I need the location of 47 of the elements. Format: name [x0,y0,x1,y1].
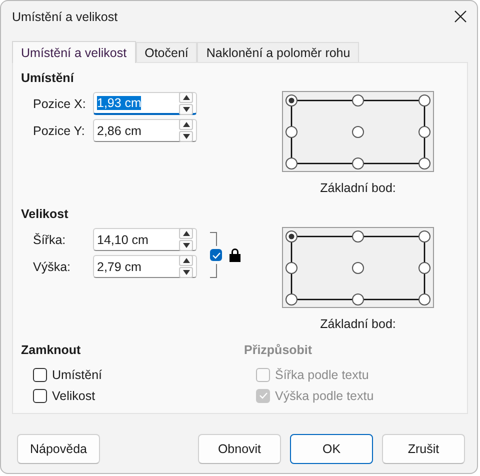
field-label: Šířka: [32,232,67,246]
section-heading: Velikost [21,207,70,223]
spin-down-button[interactable] [179,104,193,114]
dialog-button[interactable]: Nápověda [17,434,100,464]
dialog-button[interactable]: OK [290,434,373,464]
tab[interactable]: Naklonění a poloměr rohu [197,42,360,62]
dialog-button[interactable]: Zrušit [382,434,465,464]
spin-down-button[interactable] [179,131,193,142]
spin-up-button[interactable] [179,119,193,130]
section-heading: Přizpůsobit [244,343,314,359]
base-point-label: Základní bod: [320,317,396,331]
spin-field[interactable]: 1,93 cm [93,92,197,115]
keep-ratio-checkbox[interactable] [210,249,222,261]
spin-down-button[interactable] [179,267,193,278]
field-label: Výška: [32,260,72,274]
caret-down-icon [182,134,190,139]
dialog-button[interactable]: Obnovit [198,434,281,464]
caret-down-icon [182,106,190,112]
field-label: Pozice X: [32,96,87,110]
spin-up-button[interactable] [179,228,193,239]
spin-up-button[interactable] [179,92,193,102]
checkbox[interactable]: Velikost [33,385,96,406]
checkbox[interactable]: Umístění [33,364,102,385]
lock-icon [229,248,241,262]
bracket-line [210,264,217,278]
spin-field[interactable]: 14,10 cm [93,228,197,251]
caret-down-icon [182,270,190,275]
bracket-line [210,232,217,246]
checkmark-icon [212,252,220,258]
spin-up-button[interactable] [179,255,193,266]
section-heading: Umístění [21,71,75,87]
field-label: Pozice Y: [32,124,86,138]
spin-field[interactable]: 2,86 cm [93,119,197,142]
caret-up-icon [182,122,190,127]
base-point-label: Základní bod: [320,181,396,195]
close-icon[interactable] [454,10,467,23]
caret-down-icon [182,243,190,248]
window-title: Umístění a velikost [12,10,118,24]
caret-up-icon [182,231,190,236]
caret-up-icon [182,258,190,263]
section-heading: Zamknout [21,343,82,359]
tab[interactable]: Umístění a velikost [12,41,136,63]
spin-field[interactable]: 2,79 cm [93,255,197,278]
spin-down-button[interactable] [179,240,193,251]
caret-up-icon [182,94,190,100]
tab[interactable]: Otočení [136,42,198,62]
checkmark-icon [258,392,268,399]
